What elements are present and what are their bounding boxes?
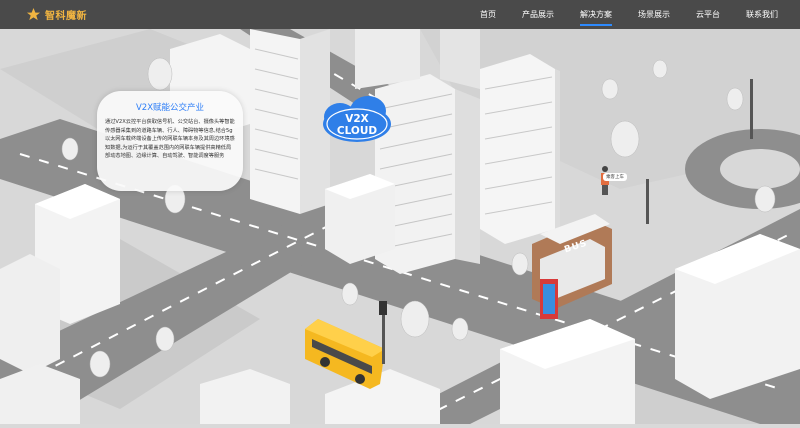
nav-home[interactable]: 首页 [480,0,496,29]
nav-products[interactable]: 产品展示 [522,0,554,29]
v2x-info-panel: V2X赋能公交产业 通过V2X云控平台获取信号机、公交站台、摄像头等智能传感器采… [97,91,243,191]
top-navigation-bar: 智科魔新 首页 产品展示 解决方案 场景展示 云平台 联系我们 [0,0,800,29]
logo[interactable]: 智科魔新 [26,0,87,29]
nav-contact[interactable]: 联系我们 [746,0,778,29]
info-panel-body: 通过V2X云控平台获取信号机、公交站台、摄像头等智能传感器采集到的道路车辆、行人… [105,119,235,160]
cloud-label: V2X CLOUD [336,113,378,137]
isometric-city-scene: V2X赋能公交产业 通过V2X云控平台获取信号机、公交站台、摄像头等智能传感器采… [0,29,800,424]
nav-scenarios[interactable]: 场景展示 [638,0,670,29]
main-nav: 首页 产品展示 解决方案 场景展示 云平台 联系我们 [480,0,778,29]
city-illustration [0,29,800,424]
logo-icon [26,7,41,21]
info-panel-title: V2X赋能公交产业 [135,103,205,113]
nav-solutions[interactable]: 解决方案 [580,0,612,29]
person-tag: 乘客上车 [603,173,627,181]
logo-text: 智科魔新 [45,11,87,22]
nav-cloud-platform[interactable]: 云平台 [696,0,720,29]
